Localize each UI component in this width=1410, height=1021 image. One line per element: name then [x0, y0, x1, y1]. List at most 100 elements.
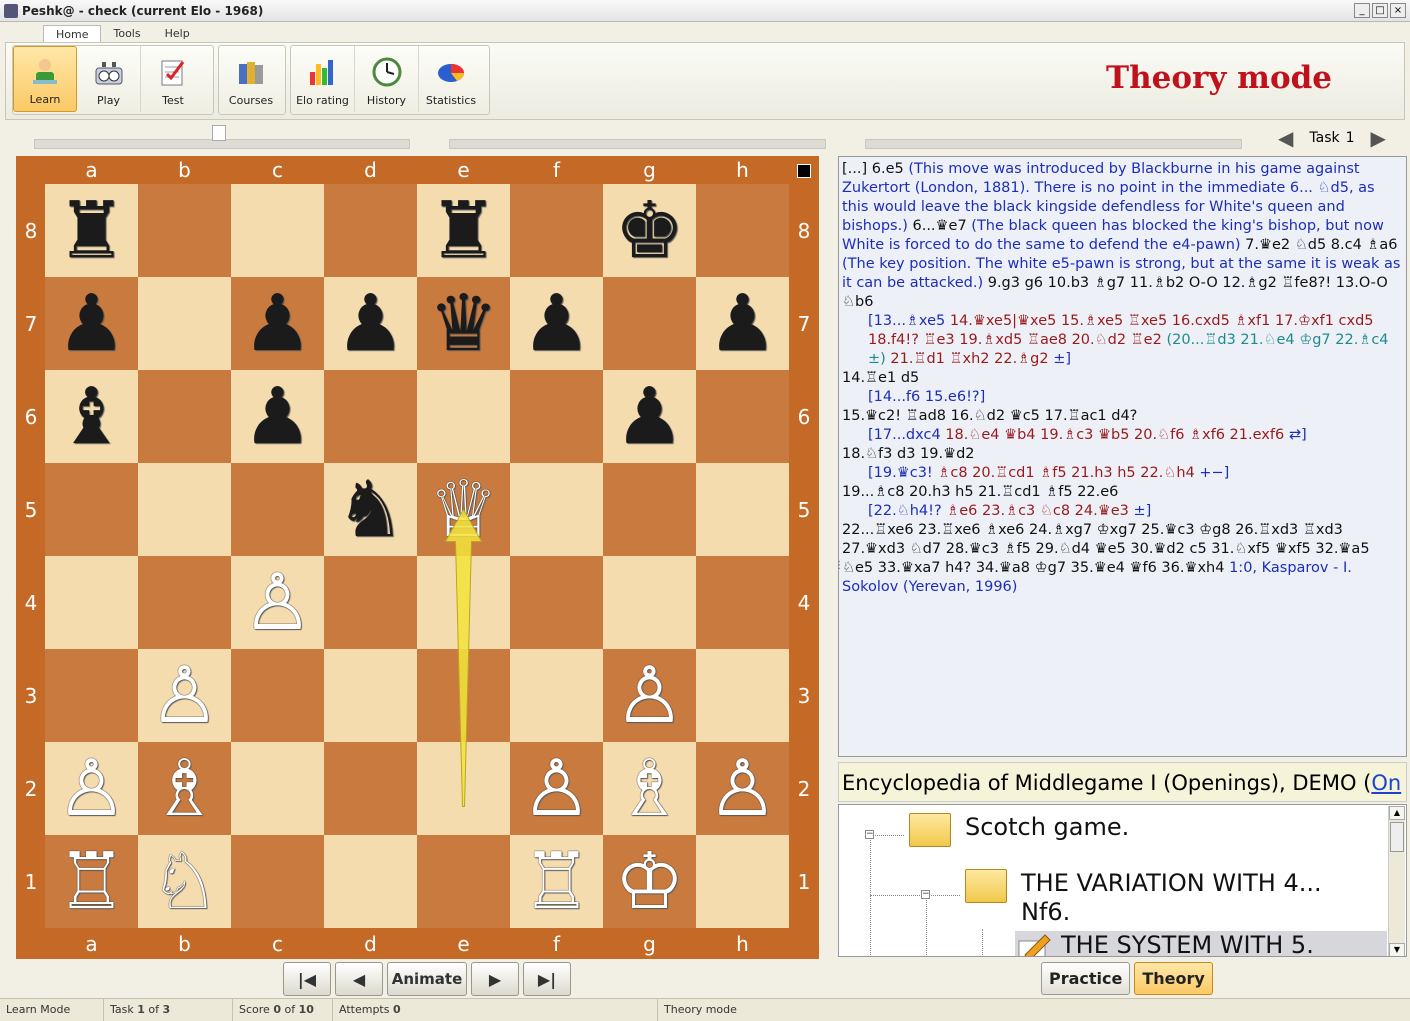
square-f8[interactable] — [510, 184, 603, 277]
square-g2[interactable]: ♗ — [603, 742, 696, 835]
notation-text[interactable]: [22.♘h4!? — [868, 503, 946, 519]
next-task-icon[interactable]: ▶ — [1371, 126, 1386, 150]
piece-g1[interactable]: ♔ — [615, 843, 685, 921]
tree-item-variation-nf6[interactable]: THE VARIATION WITH 4... Nf6. — [965, 869, 1365, 927]
last-move-button[interactable]: ▶| — [523, 962, 571, 996]
statistics-button[interactable]: Statistics — [419, 46, 483, 112]
notation-text[interactable]: 19...♗c8 20.h3 h5 21.♖cd1 ♗f5 22.e6 — [842, 484, 1118, 500]
square-f2[interactable]: ♙ — [510, 742, 603, 835]
square-h3[interactable] — [696, 649, 789, 742]
square-h1[interactable] — [696, 835, 789, 928]
square-b2[interactable]: ♗ — [138, 742, 231, 835]
square-b3[interactable]: ♙ — [138, 649, 231, 742]
notation-text[interactable]: ♗e6 23.♗c3 ♘c8 24.♛e3 — [946, 503, 1133, 519]
square-c8[interactable] — [231, 184, 324, 277]
square-d4[interactable] — [324, 556, 417, 649]
square-a1[interactable]: ♖ — [45, 835, 138, 928]
tree-item-system-5[interactable]: THE SYSTEM WITH 5. — [1015, 931, 1387, 956]
square-f6[interactable] — [510, 370, 603, 463]
square-d8[interactable] — [324, 184, 417, 277]
notation-text[interactable]: 7.♛e2 ♘d5 8.c4 ♗a6 — [1241, 237, 1397, 253]
square-e4[interactable] — [417, 556, 510, 649]
square-h8[interactable] — [696, 184, 789, 277]
square-c3[interactable] — [231, 649, 324, 742]
piece-e8[interactable]: ♜ — [429, 192, 499, 270]
square-a8[interactable]: ♜ — [45, 184, 138, 277]
piece-h7[interactable]: ♟ — [708, 285, 778, 363]
notation-text[interactable]: [19.♛c3! — [868, 465, 937, 481]
piece-h2[interactable]: ♙ — [708, 750, 778, 828]
piece-g2[interactable]: ♗ — [615, 750, 685, 828]
notation-text[interactable]: ±] — [1134, 503, 1152, 519]
notation-text[interactable]: 6...♛e7 — [908, 218, 971, 234]
scroll-up-button[interactable]: ▲ — [1389, 806, 1405, 820]
square-d2[interactable] — [324, 742, 417, 835]
square-h4[interactable] — [696, 556, 789, 649]
notation-text[interactable]: 18.♘e4 ♛b4 19.♗c3 ♛b5 20.♘f6 ♗xf6 21.exf… — [945, 427, 1289, 443]
square-g6[interactable]: ♟ — [603, 370, 696, 463]
square-d1[interactable] — [324, 835, 417, 928]
piece-e5[interactable]: ♕ — [429, 471, 499, 549]
square-h6[interactable] — [696, 370, 789, 463]
square-c1[interactable] — [231, 835, 324, 928]
notation-text[interactable]: [...] 6.e5 — [842, 161, 908, 177]
notation-text[interactable]: 21.♖d1 ♖xh2 22.♗g2 — [886, 351, 1053, 367]
maximize-button[interactable]: □ — [1372, 3, 1388, 18]
piece-a7[interactable]: ♟ — [57, 285, 127, 363]
history-button[interactable]: History — [355, 46, 419, 112]
piece-g8[interactable]: ♚ — [615, 192, 685, 270]
notation-text[interactable]: 18.♘f3 d3 19.♛d2 — [842, 446, 975, 462]
notation-text[interactable]: 15.♛c2! ♖ad8 16.♘d2 ♛c5 17.♖ac1 d4? — [842, 408, 1137, 424]
splitter-handle[interactable]: ⋮ — [834, 560, 844, 571]
square-c6[interactable]: ♟ — [231, 370, 324, 463]
square-d6[interactable] — [324, 370, 417, 463]
piece-g6[interactable]: ♟ — [615, 378, 685, 456]
square-f1[interactable]: ♖ — [510, 835, 603, 928]
tab-home[interactable]: Home — [43, 25, 102, 43]
first-move-button[interactable]: |◀ — [283, 962, 331, 996]
tree-item-scotch-game[interactable]: Scotch game. — [909, 813, 1129, 847]
elo-rating-button[interactable]: Elo rating — [291, 46, 355, 112]
square-g1[interactable]: ♔ — [603, 835, 696, 928]
prev-task-icon[interactable]: ◀ — [1278, 126, 1293, 150]
square-g8[interactable]: ♚ — [603, 184, 696, 277]
theory-button[interactable]: Theory — [1134, 962, 1213, 995]
square-f4[interactable] — [510, 556, 603, 649]
square-d5[interactable]: ♞ — [324, 463, 417, 556]
notation-text[interactable]: ⇄] — [1289, 427, 1307, 443]
notation-text[interactable]: ♗c8 20.♖cd1 ♗f5 21.h3 h5 22.♘h4 — [937, 465, 1199, 481]
courses-button[interactable]: Courses — [219, 46, 283, 112]
square-c7[interactable]: ♟ — [231, 277, 324, 370]
piece-c6[interactable]: ♟ — [243, 378, 313, 456]
notation-text[interactable]: [14...f6 15.e6!?] — [868, 389, 985, 405]
square-b6[interactable] — [138, 370, 231, 463]
piece-b1[interactable]: ♘ — [150, 843, 220, 921]
notation-text[interactable]: [13...♗xe5 — [868, 313, 950, 329]
square-h2[interactable]: ♙ — [696, 742, 789, 835]
square-a3[interactable] — [45, 649, 138, 742]
learn-button[interactable]: Learn — [13, 46, 77, 112]
tab-help[interactable]: Help — [153, 25, 202, 43]
piece-a1[interactable]: ♖ — [57, 843, 127, 921]
piece-g3[interactable]: ♙ — [615, 657, 685, 735]
piece-d5[interactable]: ♞ — [336, 471, 406, 549]
piece-d7[interactable]: ♟ — [336, 285, 406, 363]
tree-collapse-toggle[interactable]: − — [921, 890, 930, 899]
square-f5[interactable] — [510, 463, 603, 556]
encyclopedia-link[interactable]: On — [1371, 771, 1401, 795]
square-b1[interactable]: ♘ — [138, 835, 231, 928]
square-d7[interactable]: ♟ — [324, 277, 417, 370]
square-d3[interactable] — [324, 649, 417, 742]
square-h7[interactable]: ♟ — [696, 277, 789, 370]
square-a4[interactable] — [45, 556, 138, 649]
piece-f2[interactable]: ♙ — [522, 750, 592, 828]
notation-text[interactable]: +−] — [1199, 465, 1229, 481]
tree-scrollbar[interactable]: ▲ ▼ — [1388, 806, 1405, 956]
piece-a6[interactable]: ♝ — [57, 378, 127, 456]
square-c5[interactable] — [231, 463, 324, 556]
next-move-button[interactable]: ▶ — [471, 962, 519, 996]
notation-text[interactable]: ±] — [1053, 351, 1071, 367]
square-e1[interactable] — [417, 835, 510, 928]
notation-text[interactable]: 14.♖e1 d5 — [842, 370, 919, 386]
square-e5[interactable]: ♕ — [417, 463, 510, 556]
